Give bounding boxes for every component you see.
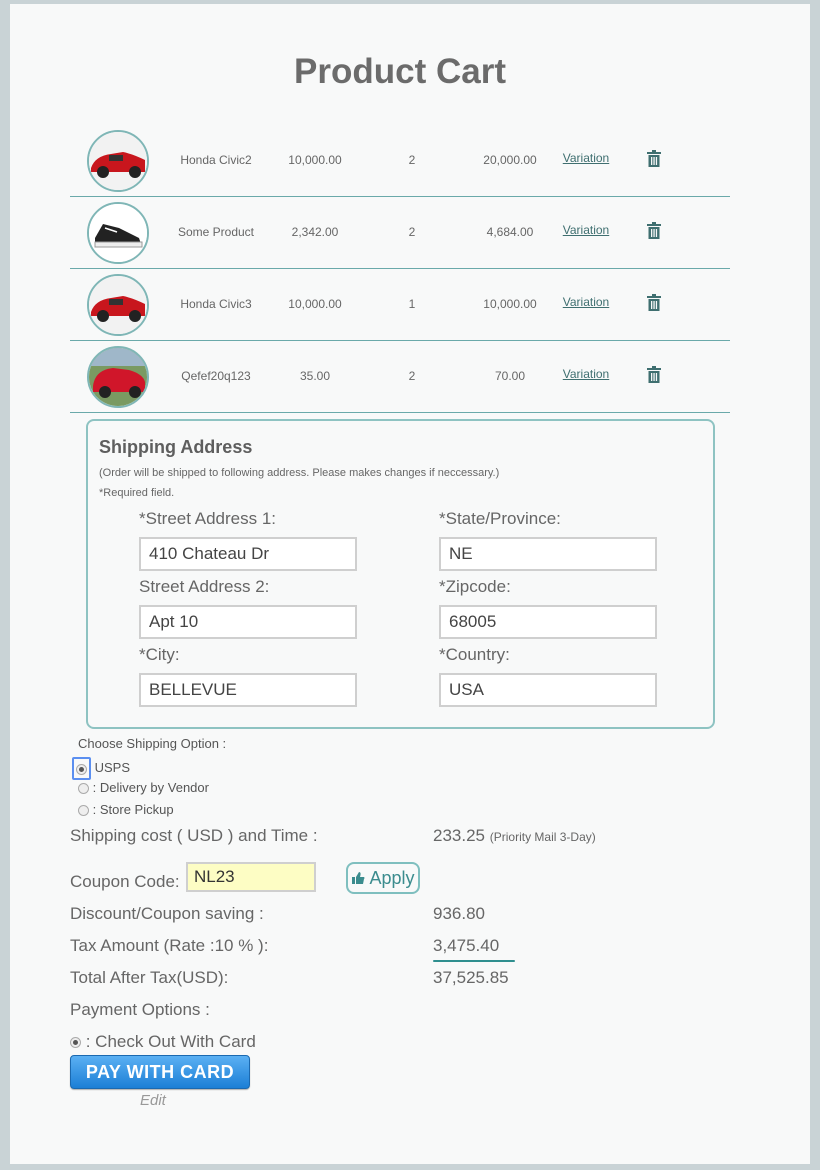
shipping-option-pickup[interactable]: : Store Pickup [78,802,174,817]
variation-link[interactable]: Variation [557,223,615,237]
discount-value: 936.80 [433,904,485,923]
product-name: Qefef20q123 [181,369,251,383]
trash-icon[interactable] [644,150,664,170]
product-thumbnail [87,346,149,408]
variation-link[interactable]: Variation [557,367,615,381]
shipping-time: (Priority Mail 3-Day) [489,830,596,844]
shipping-option-usps[interactable]: USPS [72,757,131,780]
product-total: 70.00 [494,369,526,383]
payment-options-label: Payment Options : [70,1000,210,1019]
variation-link[interactable]: Variation [557,151,615,165]
apply-label: Apply [369,868,415,888]
product-thumbnail [87,274,149,336]
payment-option-label: : Check Out With Card [85,1032,256,1051]
product-qty: 1 [408,297,416,311]
product-price: 10,000.00 [288,153,342,167]
product-thumbnail [87,202,149,264]
focus-ring [72,757,91,780]
radio-card[interactable] [70,1037,81,1049]
product-qty: 2 [408,225,416,239]
product-total: 4,684.00 [486,225,534,239]
trash-icon[interactable] [644,294,664,314]
radio-pickup[interactable] [78,805,89,817]
total-label: Total After Tax(USD): [70,968,229,987]
product-price: 2,342.00 [291,225,339,239]
city-label: *City: [139,645,180,664]
shipping-cost-label: Shipping cost ( USD ) and Time : [70,826,318,845]
cart-row: Qefef20q123 35.00 2 70.00 Variation [70,340,730,413]
cart-row: Honda Civic3 10,000.00 1 10,000.00 Varia… [70,268,730,341]
product-total: 10,000.00 [483,297,537,311]
cart-row: Some Product 2,342.00 2 4,684.00 Variati… [70,196,730,269]
discount-label: Discount/Coupon saving : [70,904,264,923]
page-title: Product Cart [294,52,506,91]
total-divider [433,960,515,962]
product-qty: 2 [408,369,416,383]
coupon-label: Coupon Code: [70,872,180,891]
street1-label: *Street Address 1: [139,509,277,528]
shipping-option-label: : Delivery by Vendor [92,780,209,795]
shipping-note: (Order will be shipped to following addr… [99,467,500,479]
payment-option-card[interactable]: : Check Out With Card [70,1032,256,1052]
coupon-input[interactable]: NL23 [186,862,316,892]
shipping-option-label: : Store Pickup [92,802,174,817]
product-total: 20,000.00 [483,153,537,167]
shipping-cost-value: 233.25 (Priority Mail 3-Day) [433,826,596,846]
state-field[interactable]: NE [439,537,657,571]
street2-field[interactable]: Apt 10 [139,605,357,639]
thumbs-up-icon [351,868,369,888]
product-qty: 2 [408,153,416,167]
product-name: Some Product [177,225,255,239]
trash-icon[interactable] [644,222,664,242]
variation-link[interactable]: Variation [557,295,615,309]
zip-field[interactable]: 68005 [439,605,657,639]
shipping-title: Shipping Address [99,437,253,457]
zip-label: *Zipcode: [439,577,511,596]
product-price: 35.00 [299,369,331,383]
radio-vendor[interactable] [78,783,89,795]
state-label: *State/Province: [439,509,561,528]
city-field[interactable]: BELLEVUE [139,673,357,707]
tax-label: Tax Amount (Rate :10 % ): [70,936,269,955]
shipping-cost-amount: 233.25 [433,826,485,845]
cart-row: Honda Civic2 10,000.00 2 20,000.00 Varia… [70,124,730,197]
shipping-address-panel: Shipping Address (Order will be shipped … [86,419,715,729]
product-name: Honda Civic3 [180,297,252,311]
product-thumbnail [87,130,149,192]
required-note: *Required field. [99,487,175,499]
tax-value: 3,475.40 [433,936,500,955]
product-price: 10,000.00 [288,297,342,311]
pay-with-card-button[interactable]: PAY WITH CARD [70,1055,250,1089]
country-label: *Country: [439,645,510,664]
shipping-option-title: Choose Shipping Option : [78,736,227,751]
total-value: 37,525.85 [433,968,509,987]
radio-usps[interactable] [76,764,87,776]
shipping-option-vendor[interactable]: : Delivery by Vendor [78,780,209,795]
street1-field[interactable]: 410 Chateau Dr [139,537,357,571]
trash-icon[interactable] [644,366,664,386]
country-field[interactable]: USA [439,673,657,707]
shipping-option-label: USPS [94,759,131,775]
edit-link[interactable]: Edit [140,1092,166,1109]
product-name: Honda Civic2 [180,153,252,167]
street2-label: Street Address 2: [139,577,270,596]
apply-coupon-button[interactable]: Apply [346,862,420,894]
